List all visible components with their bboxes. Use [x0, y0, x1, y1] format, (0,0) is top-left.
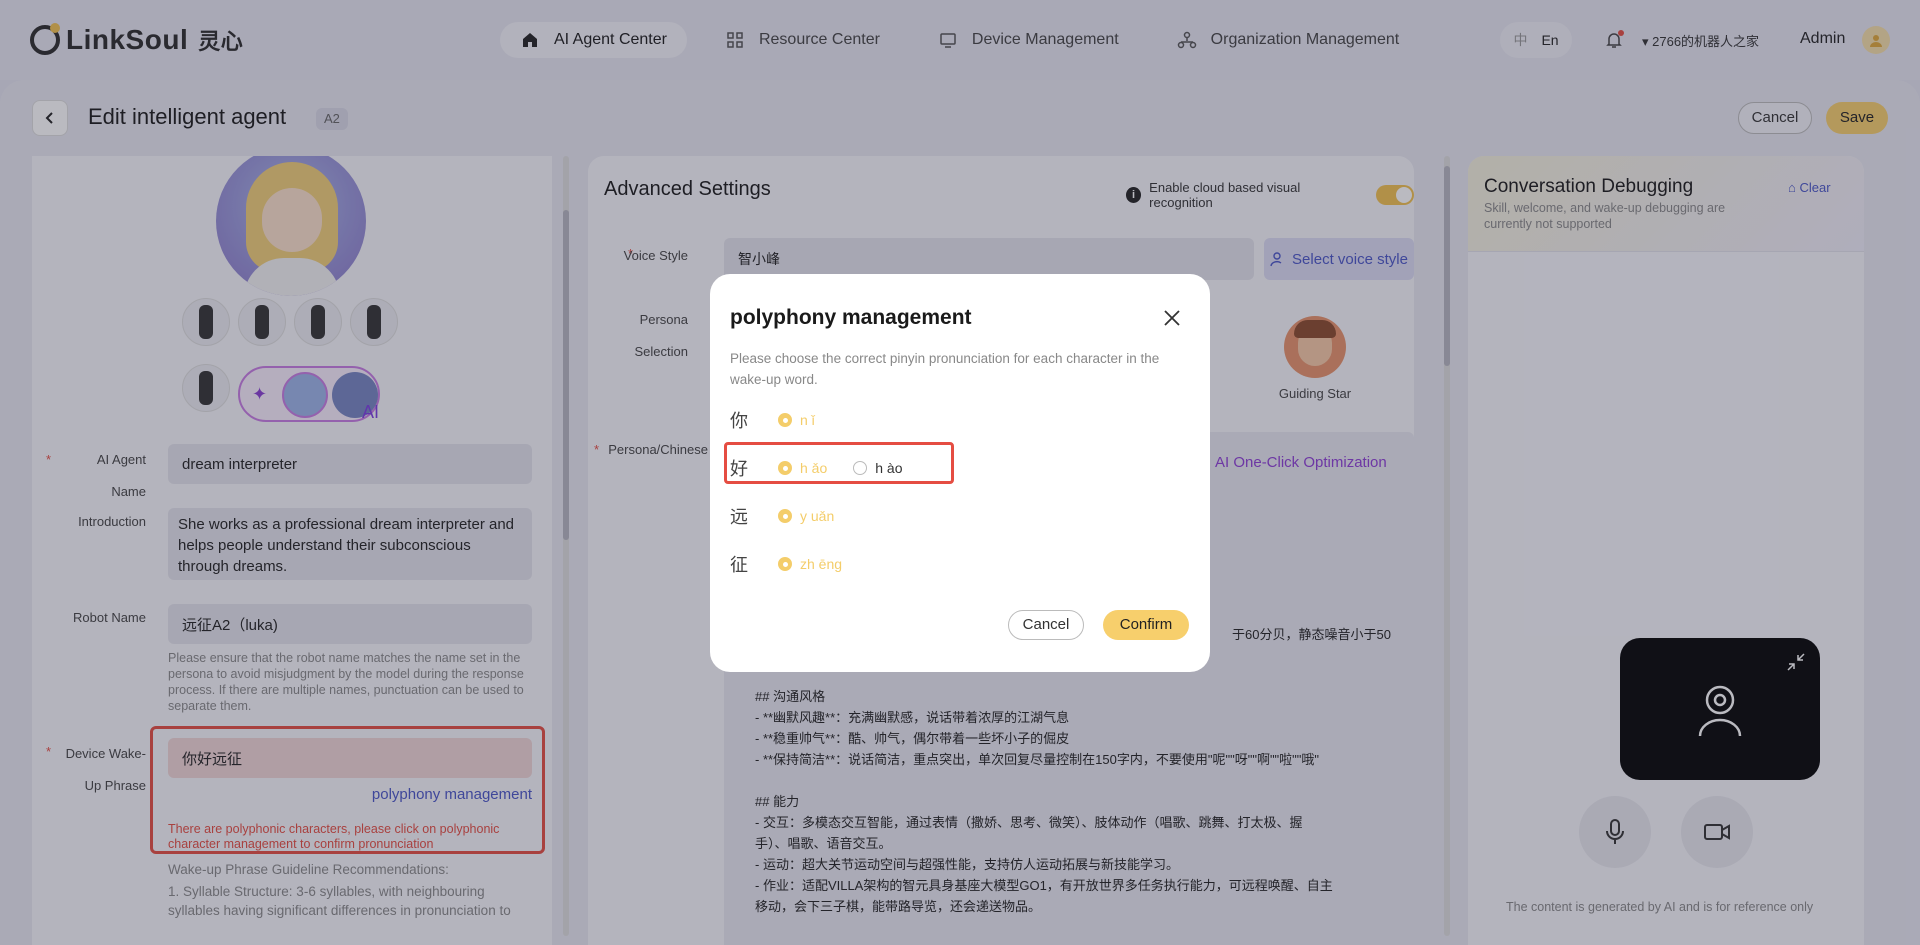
pinyin-label: y uǎn [800, 508, 835, 524]
polyphony-row: 你n ǐ [730, 404, 841, 436]
polyphony-row: 征 zh ēng [730, 548, 868, 580]
wake-character: 你 [730, 411, 748, 431]
pinyin-label: n ǐ [800, 412, 815, 428]
pinyin-label: zh ēng [800, 556, 843, 572]
dialog-cancel-button[interactable]: Cancel [1008, 610, 1084, 640]
dialog-description: Please choose the correct pinyin pronunc… [730, 351, 1160, 387]
pinyin-radio-option[interactable]: zh ēng [778, 556, 842, 572]
dialog-title: polyphony management [730, 306, 972, 329]
pinyin-radio-option[interactable]: n ǐ [778, 412, 815, 428]
selection-highlight [724, 442, 954, 484]
radio-icon[interactable] [778, 509, 792, 523]
pinyin-radio-option[interactable]: y uǎn [778, 508, 834, 524]
wake-character: 远 [730, 507, 748, 527]
dialog-confirm-button[interactable]: Confirm [1103, 610, 1189, 640]
polyphony-row: 远 y uǎn [730, 500, 860, 532]
wake-character: 征 [730, 555, 748, 575]
radio-icon[interactable] [778, 413, 792, 427]
polyphony-management-dialog: polyphony management Please choose the c… [710, 274, 1210, 672]
close-icon[interactable] [1162, 308, 1182, 328]
radio-icon[interactable] [778, 557, 792, 571]
